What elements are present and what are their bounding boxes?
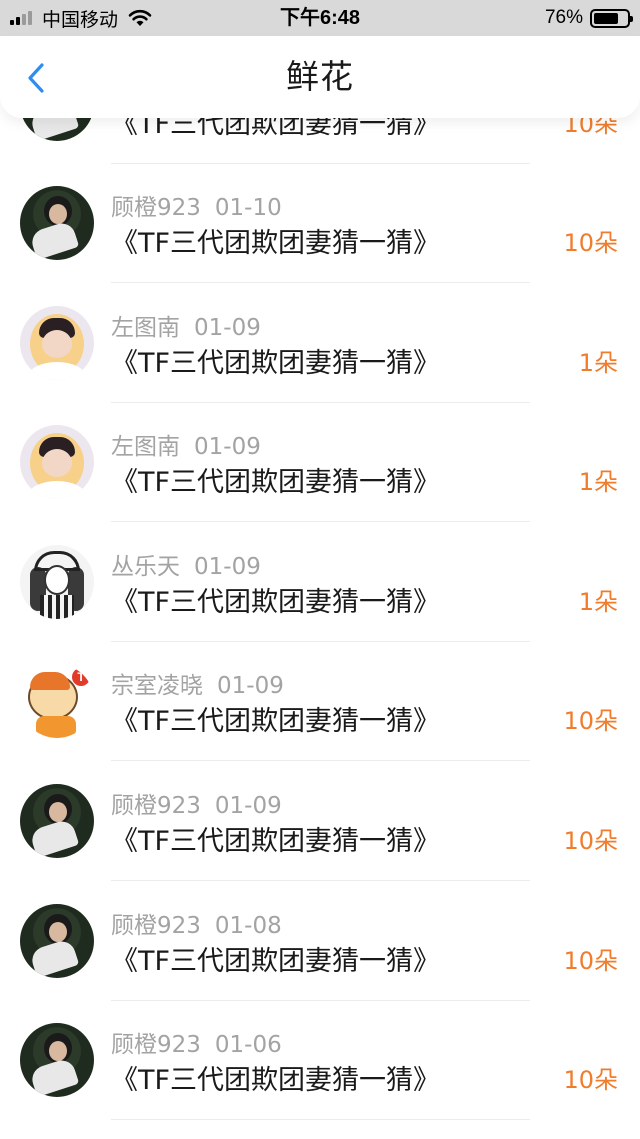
username[interactable]: 顾橙923 [111, 913, 201, 939]
item-meta: 顾橙923 01-10 [111, 188, 282, 222]
item-title: 《TF三代团欺团妻猜一猜》 [111, 347, 441, 379]
avatar[interactable] [20, 784, 94, 858]
username[interactable]: 丛乐天 [111, 554, 180, 580]
flower-count: 10朵 [563, 229, 618, 257]
list-item[interactable]: T 宗室凌晓 01-09 《TF三代团欺团妻猜一猜》 10朵 [0, 642, 640, 762]
item-title: 《TF三代团欺团妻猜一猜》 [111, 1065, 441, 1097]
date-label: 01-09 [194, 553, 261, 580]
avatar[interactable]: T [20, 664, 94, 739]
item-title: 《TF三代团欺团妻猜一猜》 [111, 826, 441, 857]
nav-bar: 鲜花 [0, 36, 640, 118]
item-title: 《TF三代团欺团妻猜一猜》 [111, 467, 441, 499]
date-label: 01-09 [214, 793, 282, 819]
flower-count: 1朵 [578, 468, 618, 497]
item-title: 《TF三代团欺团妻猜一猜》 [111, 586, 441, 618]
list-item[interactable]: 左图南 01-09 《TF三代团欺团妻猜一猜》 1朵 [0, 403, 640, 523]
flower-count: 1朵 [578, 587, 618, 616]
avatar[interactable] [20, 903, 94, 978]
item-meta: 左图南 01-09 [111, 427, 261, 461]
username[interactable]: 左图南 [111, 315, 180, 341]
flower-count: 10朵 [563, 946, 618, 975]
avatar[interactable] [20, 1023, 94, 1098]
status-bar: 中国移动 下午6:48 76% [0, 0, 640, 36]
username[interactable]: 顾橙923 [111, 195, 201, 221]
avatar[interactable] [20, 186, 94, 260]
flower-count: 10朵 [563, 1066, 618, 1095]
flower-count: 10朵 [563, 827, 618, 855]
item-meta: 宗室凌晓 01-09 [111, 666, 284, 700]
date-label: 01-09 [217, 673, 284, 700]
flower-count: 1朵 [578, 348, 618, 377]
flower-count: 10朵 [563, 707, 618, 736]
date-label: 01-10 [214, 195, 282, 221]
battery-icon [590, 8, 633, 28]
list-item[interactable]: 丛乐天 01-09 《TF三代团欺团妻猜一猜》 1朵 [0, 523, 640, 642]
date-label: 01-09 [194, 314, 261, 341]
divider [111, 1119, 530, 1121]
item-meta: 顾橙923 01-08 [111, 906, 282, 940]
item-title: 《TF三代团欺团妻猜一猜》 [111, 945, 441, 977]
username[interactable]: 宗室凌晓 [111, 673, 203, 699]
item-meta: 丛乐天 01-09 [111, 547, 261, 581]
date-label: 01-09 [194, 434, 261, 461]
avatar[interactable] [20, 544, 94, 619]
list-item[interactable]: 左图南 01-09 《TF三代团欺团妻猜一猜》 1朵 [0, 284, 640, 403]
item-meta: 左图南 01-09 [111, 308, 261, 342]
avatar[interactable] [20, 305, 94, 380]
username[interactable]: 顾橙923 [111, 1032, 201, 1058]
item-meta: 顾橙923 01-06 [111, 1025, 282, 1059]
item-title: 《TF三代团欺团妻猜一猜》 [111, 228, 441, 259]
list-item[interactable]: 顾橙923 01-09 《TF三代团欺团妻猜一猜》 10朵 [0, 762, 640, 881]
gift-list: 《TF三代团欺团妻猜一猜》 10朵 顾橙923 01-10 《TF三代团欺团妻猜一猜… [0, 0, 640, 1139]
username[interactable]: 顾橙923 [111, 793, 201, 819]
list-item[interactable]: 顾橙923 01-10 《TF三代团欺团妻猜一猜》 10朵 [0, 164, 640, 283]
list-item[interactable]: 顾橙923 01-08 《TF三代团欺团妻猜一猜》 10朵 [0, 882, 640, 1001]
username[interactable]: 左图南 [111, 434, 180, 460]
item-title: 《TF三代团欺团妻猜一猜》 [111, 706, 441, 738]
battery-percent: 76% [544, 7, 583, 28]
page-title: 鲜花 [286, 57, 354, 96]
date-label: 01-08 [214, 912, 282, 939]
item-meta: 顾橙923 01-09 [111, 786, 282, 820]
avatar[interactable] [20, 425, 94, 500]
list-item[interactable]: 顾橙923 01-06 《TF三代团欺团妻猜一猜》 10朵 [0, 1001, 640, 1121]
date-label: 01-06 [214, 1032, 282, 1059]
